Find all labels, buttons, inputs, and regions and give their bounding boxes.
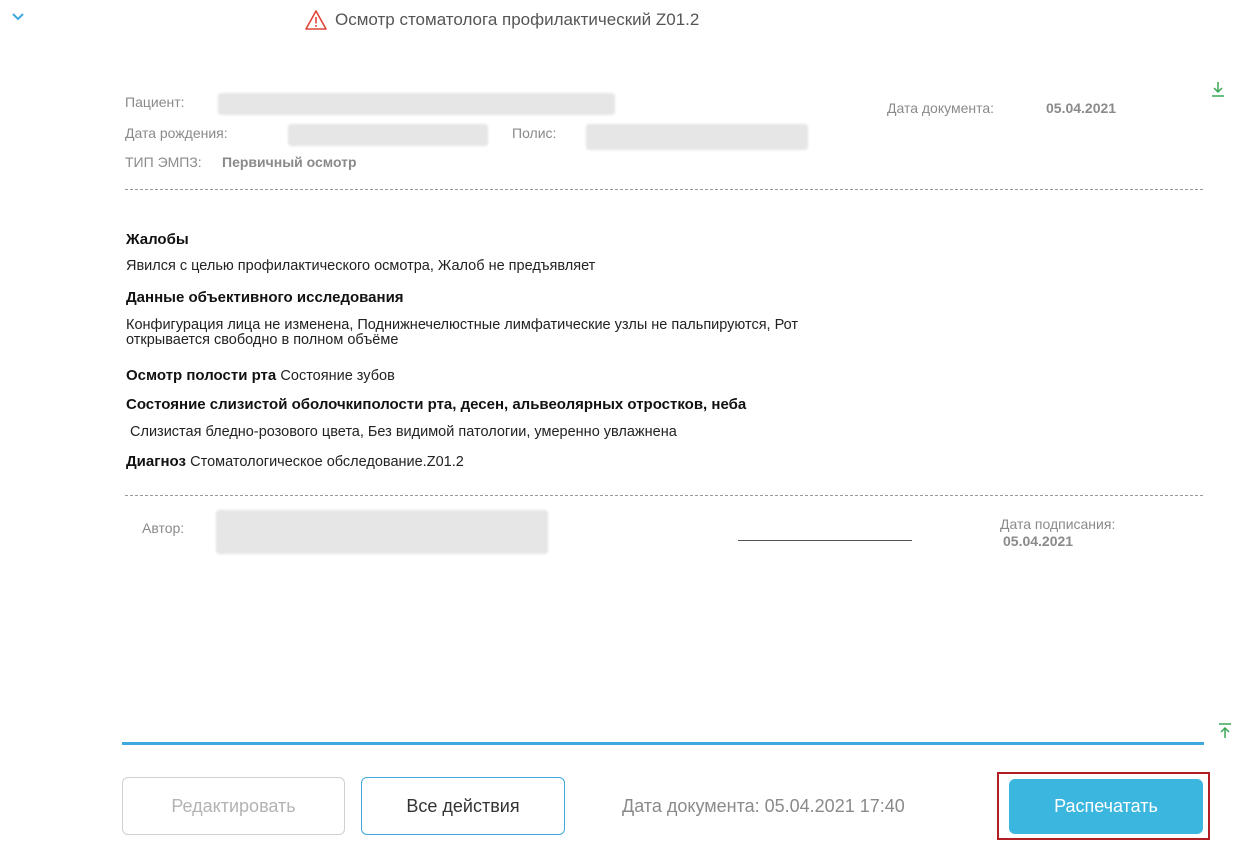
objective-text-line-2: открывается свободно в полном объёме [126,332,399,348]
oral-exam: Осмотр полости рта Состояние зубов [126,367,395,384]
diagnosis-title: Диагноз [126,453,186,470]
diagnosis: Диагноз Стоматологическое обследование.Z… [126,453,464,470]
document-date-value: 05.04.2021 [1046,100,1117,116]
divider [125,189,1203,190]
author-redacted [216,510,548,554]
edit-button[interactable]: Редактировать [122,777,345,835]
section-title: Осмотр стоматолога профилактический Z01.… [335,10,700,29]
chevron-down-icon[interactable] [10,8,26,24]
birth-date-label: Дата рождения: [125,125,228,141]
objective-text-line-1: Конфигурация лица не изменена, Поднижнеч… [126,317,799,333]
emz-type-label: ТИП ЭМПЗ: [125,154,202,170]
arrow-down-to-line-icon[interactable] [1210,80,1226,98]
signature-line [738,540,912,541]
arrow-up-to-line-icon[interactable] [1218,722,1232,740]
objective-title: Данные объективного исследования [126,289,404,306]
oral-exam-title: Осмотр полости рта [126,367,277,384]
document-bottom-border [122,742,1204,745]
mucosa-title: Состояние слизистой оболочкиполости рта,… [126,396,747,413]
sign-date-label: Дата подписания: [1000,516,1116,532]
mucosa-text: Слизистая бледно-розового цвета, Без вид… [126,424,677,440]
footer-document-date: Дата документа: 05.04.2021 17:40 [622,796,905,816]
document-date-label: Дата документа: [887,100,995,116]
sign-date-value: 05.04.2021 [1003,533,1074,549]
policy-redacted [586,124,808,150]
emz-type-value: Первичный осмотр [222,154,357,170]
warning-triangle-icon [305,10,327,30]
author-label: Автор: [142,520,185,536]
all-actions-button[interactable]: Все действия [361,777,565,835]
diagnosis-text: Стоматологическое обследование.Z01.2 [190,454,464,470]
print-button[interactable]: Распечатать [1009,779,1203,834]
complaints-title: Жалобы [126,231,189,248]
patient-name-redacted [218,93,615,115]
divider [125,495,1203,496]
policy-label: Полис: [512,125,557,141]
section-header: Осмотр стоматолога профилактический Z01.… [305,10,699,30]
birth-date-redacted [288,124,488,146]
oral-exam-text: Состояние зубов [280,368,395,384]
patient-label: Пациент: [125,94,185,110]
complaints-text: Явился с целью профилактического осмотра… [126,258,596,274]
